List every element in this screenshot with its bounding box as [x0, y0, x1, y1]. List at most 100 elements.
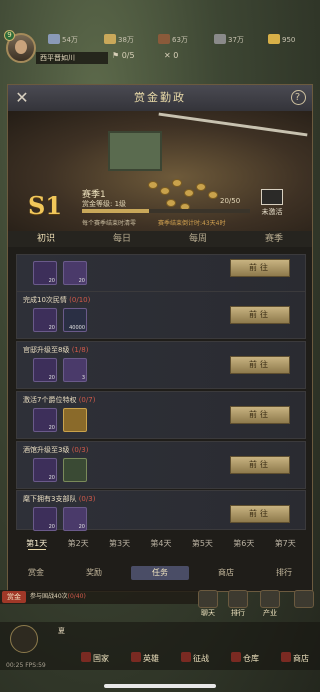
quest-tracker[interactable]: 赏金 参与国战40次(0/40) [0, 590, 200, 604]
task-category-tabs: 初识 每日 每周 赛季 [8, 231, 312, 247]
tab-daily[interactable]: 每日 [84, 231, 160, 247]
chest-icon [261, 189, 283, 205]
troops-icon: ⚑ [112, 51, 122, 60]
task-row: 麾下拥有3支部队 (0/3) 20 20 前往 [16, 490, 306, 531]
nav-warehouse[interactable]: 仓库 [220, 650, 270, 668]
day-selector: 第1天 第2天 第3天 第4天 第5天 第6天 第7天 [16, 536, 306, 552]
nav-shop[interactable]: 商店 [270, 650, 320, 668]
go-button[interactable]: 前往 [230, 259, 290, 277]
panel-bottom-tabs: 赏金 奖励 任务 商店 排行 [7, 566, 313, 580]
ring-icon[interactable]: 40000 [63, 308, 87, 332]
stone-icon [214, 34, 226, 44]
silver-icon [48, 34, 60, 44]
season-badge: S1 [28, 191, 63, 220]
tab-weekly[interactable]: 每周 [160, 231, 236, 247]
tab-ranking[interactable]: 排行 [255, 566, 313, 580]
nav-campaign[interactable]: 征战 [170, 650, 220, 668]
unit-icon[interactable]: 20 [63, 261, 87, 285]
resource-wheat[interactable]: 38万 [104, 34, 134, 46]
resource-gold[interactable]: 950 [268, 34, 295, 46]
scroll-icon[interactable]: 20 [33, 458, 57, 482]
scroll-icon[interactable]: 20 [33, 408, 57, 432]
season-countdown: 赛季结束倒计时:43天4时 [158, 220, 226, 227]
task-row: 完成10次民情 (0/10) 20 40000 前往 [16, 291, 306, 339]
industry-icon [260, 590, 280, 608]
tab-rewards[interactable]: 奖励 [65, 566, 123, 580]
ranking-button[interactable]: 排行 [226, 590, 250, 620]
scroll-icon[interactable]: 20 [33, 507, 57, 531]
resource-bar: 9 西平晋如川 54万 38万 63万 37万 950 ⚑ 0/5 ✕ 0 [0, 28, 320, 64]
chat-button[interactable]: 聊天 [196, 590, 220, 620]
go-button[interactable]: 前往 [230, 456, 290, 474]
day-tab[interactable]: 第7天 [265, 536, 306, 552]
campaign-icon [181, 652, 191, 662]
task-row: 酒馆升级至3级 (0/3) 20 前往 [16, 441, 306, 489]
day-tab[interactable]: 第6天 [223, 536, 264, 552]
coin-illustration [184, 189, 194, 197]
tab-tasks[interactable]: 任务 [131, 566, 189, 580]
scroll-icon[interactable]: 20 [33, 261, 57, 285]
go-button[interactable]: 前往 [230, 306, 290, 324]
scroll-icon[interactable]: 20 [33, 308, 57, 332]
troops-counter[interactable]: ⚑ 0/5 [112, 50, 135, 62]
nav-country[interactable]: 国家 [70, 650, 120, 668]
tab-season[interactable]: 赛季 [236, 231, 312, 247]
task-row: 官邸升级至8级 (1/8) 20 3 前往 [16, 341, 306, 389]
country-icon [81, 652, 91, 662]
resource-wood[interactable]: 63万 [158, 34, 188, 46]
shop-icon [281, 652, 291, 662]
resource-silver[interactable]: 54万 [48, 34, 78, 46]
ranking-icon [228, 590, 248, 608]
tab-bounty[interactable]: 赏金 [7, 566, 65, 580]
sword-illustration [158, 112, 308, 137]
task-title: 酒馆升级至3级 (0/3) [23, 446, 89, 454]
season-progress-fill [82, 209, 150, 213]
player-name: 西平晋如川 [36, 52, 108, 64]
day-tab[interactable]: 第2天 [57, 536, 98, 552]
jar-icon[interactable] [63, 458, 87, 482]
industry-button[interactable]: 产业 [258, 590, 282, 620]
bottom-nav: 国家 英雄 征战 仓库 商店 [70, 650, 320, 668]
task-row: 激活7个爵位特权 (0/7) 20 前往 [16, 391, 306, 439]
go-button[interactable]: 前往 [230, 505, 290, 523]
season-reset-note: 每个赛季结束时清零 [82, 220, 137, 227]
menu-button[interactable] [292, 590, 316, 620]
nav-heroes[interactable]: 英雄 [120, 650, 170, 668]
unit-icon[interactable]: 20 [63, 507, 87, 531]
task-title: 麾下拥有3支部队 (0/3) [23, 495, 96, 503]
help-icon[interactable]: ? [291, 90, 306, 105]
day-tab[interactable]: 第1天 [16, 536, 57, 552]
coin-illustration [196, 183, 206, 191]
go-button[interactable]: 前往 [230, 356, 290, 374]
gold-icon [268, 34, 280, 44]
tab-shop[interactable]: 商店 [197, 566, 255, 580]
panel-header: ✕ 赏金勤政 ? [8, 85, 312, 111]
scroll-icon[interactable]: 20 [33, 358, 57, 382]
resource-stone[interactable]: 37万 [214, 34, 244, 46]
tab-beginner[interactable]: 初识 [8, 231, 84, 247]
season-progress-text: 20/50 [220, 197, 241, 205]
season-level: 赏金等级: 1级 [82, 200, 127, 208]
day-tab[interactable]: 第4天 [140, 536, 181, 552]
home-indicator [104, 684, 216, 688]
task-title: 完成10次民情 (0/10) [23, 296, 91, 304]
coin-illustration [208, 191, 218, 199]
hero-icon [131, 652, 141, 662]
wheat-icon [104, 34, 116, 44]
day-tab[interactable]: 第3天 [99, 536, 140, 552]
coin-illustration [148, 181, 158, 189]
fps-readout: 00:25 FPS:59 [6, 662, 46, 669]
world-map-icon[interactable] [10, 625, 38, 653]
chat-icon [198, 590, 218, 608]
chat-message: 夏 [58, 627, 65, 635]
mystery-icon[interactable] [63, 408, 87, 432]
potion-icon[interactable]: 3 [63, 358, 87, 382]
go-button[interactable]: 前往 [230, 406, 290, 424]
season-progress-bar [82, 209, 250, 213]
close-icon[interactable]: ✕ [14, 89, 32, 107]
grid-icon [294, 590, 314, 608]
activate-button[interactable]: 未激活 [256, 189, 288, 225]
day-tab[interactable]: 第5天 [182, 536, 223, 552]
chest-illustration [108, 131, 162, 171]
battles-counter[interactable]: ✕ 0 [164, 50, 178, 62]
